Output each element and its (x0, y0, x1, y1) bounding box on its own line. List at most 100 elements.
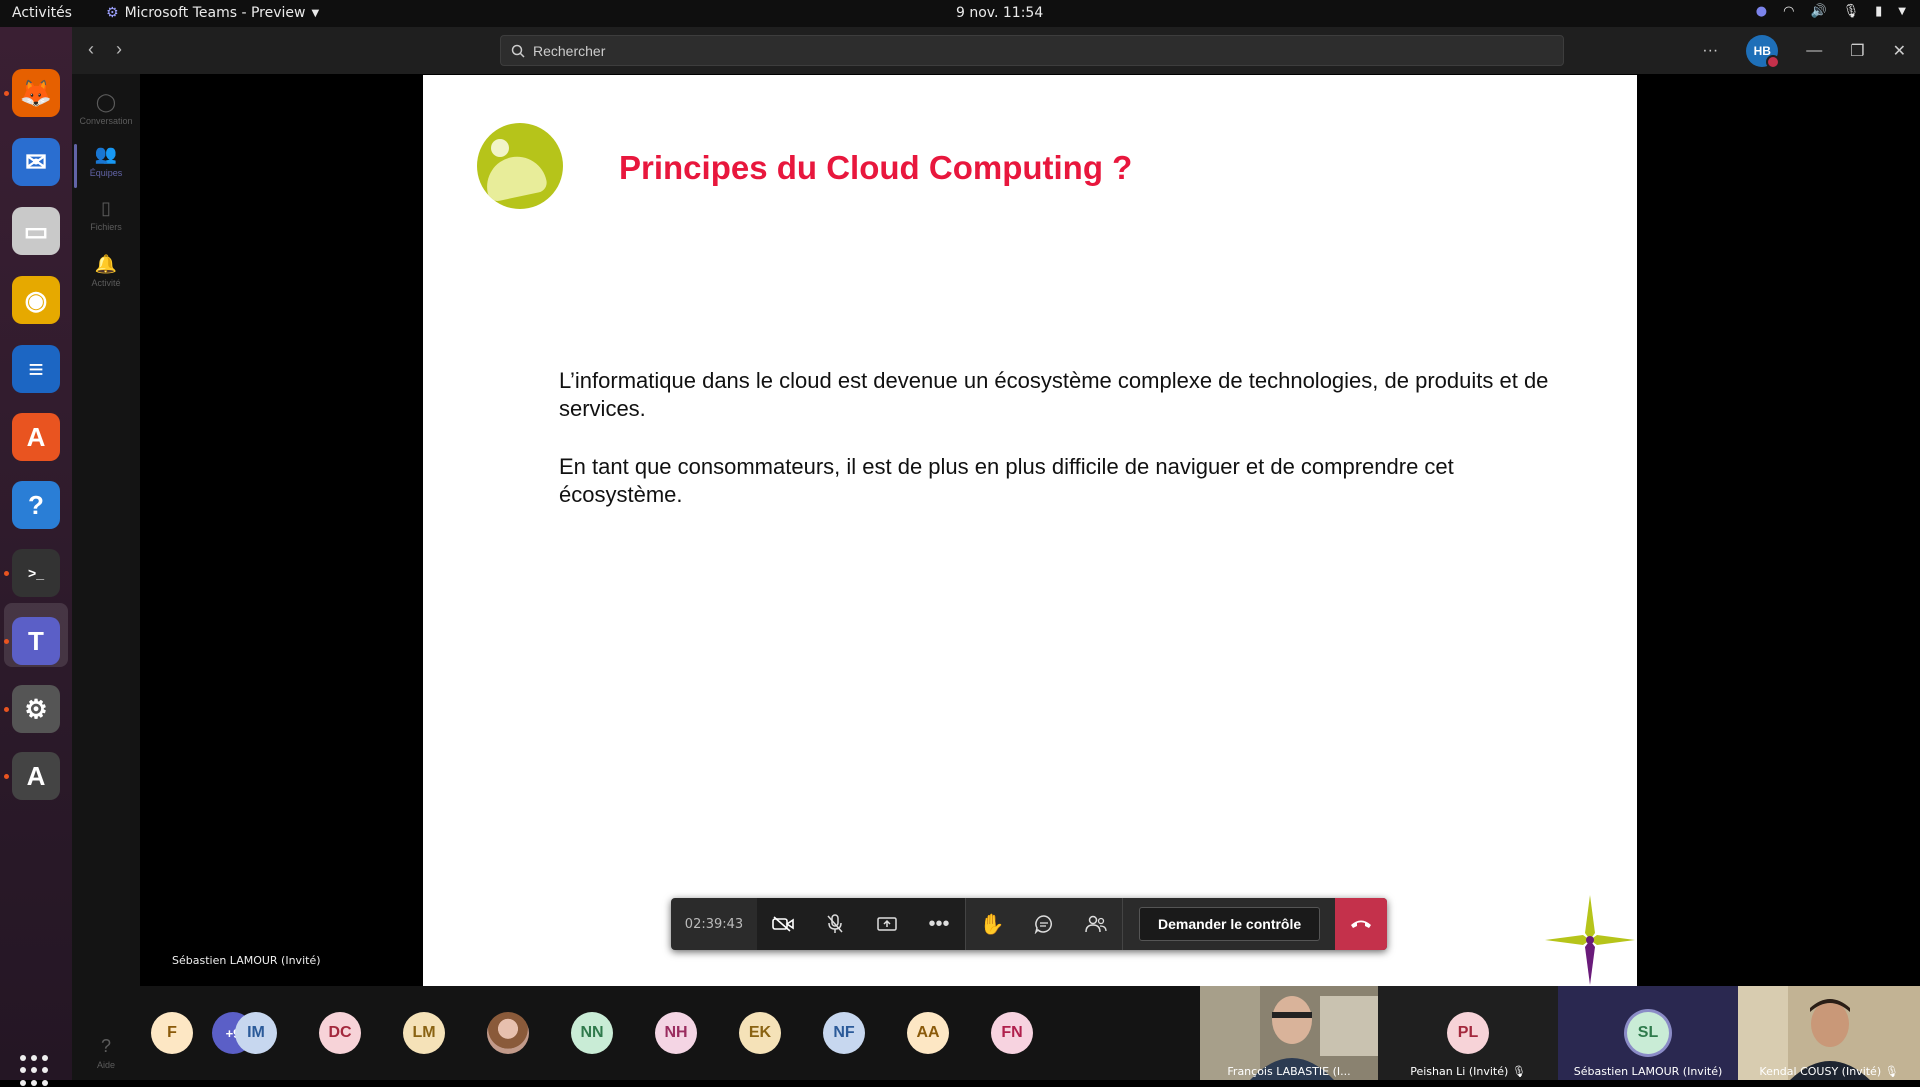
rail-item-label: Activité (91, 278, 121, 288)
app-menu-label: Microsoft Teams - Preview (124, 5, 306, 21)
avatar[interactable]: NF (823, 1012, 865, 1054)
participant-video-tile[interactable]: François LABASTIE (I... (1200, 986, 1378, 1080)
maximize-icon[interactable]: ❐ (1850, 41, 1864, 61)
more-options-icon[interactable]: ··· (1702, 42, 1718, 60)
participant-tile-speaking[interactable]: SL Sébastien LAMOUR (Invité) (1558, 986, 1738, 1080)
microphone-off-icon: 🎙 (1884, 1065, 1899, 1078)
participant-name: Sébastien LAMOUR (Invité) (1573, 1065, 1723, 1078)
avatar[interactable]: DC (319, 1012, 361, 1054)
microphone-off-icon (827, 914, 843, 933)
dock: 🦊 ✉ ▭ ◉ ≡ A? >_ T ⚙ A (0, 27, 72, 1086)
teams-header: ‹ › Rechercher ··· HB — ❐ ✕ (72, 27, 1920, 74)
people-icon (1085, 915, 1107, 933)
call-timer: 02:39:43 (684, 916, 744, 932)
camera-off-icon (772, 916, 794, 932)
avatar[interactable]: NN (571, 1012, 613, 1054)
share-screen-button[interactable] (861, 898, 913, 950)
participant-name: Kendal COUSY (Invité) 🎙 (1738, 1065, 1920, 1078)
back-arrow-icon[interactable]: ‹ (88, 39, 94, 60)
search-placeholder: Rechercher (533, 42, 606, 59)
activities-button[interactable]: Activités (12, 5, 72, 21)
avatar[interactable]: IM (235, 1012, 277, 1054)
teams-icon[interactable]: T (12, 617, 60, 665)
more-options-icon: ••• (928, 912, 950, 935)
search-icon (511, 44, 525, 58)
avatar-photo[interactable] (487, 1012, 529, 1054)
avatar[interactable]: LM (403, 1012, 445, 1054)
avatar[interactable]: F (151, 1012, 193, 1054)
chat-icon (1034, 915, 1052, 934)
help-icon[interactable]: ? (12, 481, 60, 529)
app-menu[interactable]: ⚙ Microsoft Teams - Preview ▼ (106, 5, 319, 21)
close-icon[interactable]: ✕ (1893, 41, 1906, 61)
avatar[interactable]: AA (907, 1012, 949, 1054)
avatar: SL (1627, 1012, 1669, 1054)
running-indicator (4, 571, 9, 576)
file-icon: ▯ (101, 198, 111, 218)
chevron-down-icon: ▼ (311, 7, 320, 19)
running-indicator (4, 774, 9, 779)
files-icon[interactable]: ▭ (12, 207, 60, 255)
presenter-name-label: Sébastien LAMOUR (Invité) (172, 954, 321, 967)
rail-item-equipes[interactable]: 👥 Équipes (72, 144, 140, 188)
avatar[interactable]: NH (655, 1012, 697, 1054)
participant-tile[interactable]: PL Peishan Li (Invité) 🎙 (1378, 986, 1558, 1080)
show-applications-icon[interactable] (20, 1055, 52, 1087)
raise-hand-button[interactable]: ✋ (966, 898, 1018, 950)
user-initials: HB (1753, 44, 1771, 58)
header-actions: ··· HB — ❐ ✕ (1702, 35, 1906, 69)
slide-title: Principes du Cloud Computing ? (619, 149, 1133, 186)
chat-icon: ◯ (95, 92, 117, 112)
camera-off-button[interactable] (757, 898, 809, 950)
running-indicator (4, 91, 9, 96)
terminal-icon[interactable]: >_ (12, 549, 60, 597)
participant-name-text: Kendal COUSY (Invité) (1759, 1065, 1882, 1078)
participant-name: François LABASTIE (I... (1227, 1065, 1351, 1078)
clock[interactable]: 9 nov. 11:54 (956, 5, 1043, 21)
running-indicator (4, 707, 9, 712)
mute-button[interactable] (809, 898, 861, 950)
volume-icon: 🔊 (1810, 4, 1827, 19)
participants-strip: +9 F IM DC LM NN NH EK NF AA FN François LABASTIE… (140, 986, 1920, 1080)
writer-icon[interactable]: ≡ (12, 345, 60, 393)
divider (1122, 898, 1123, 950)
bell-icon: 🔔 (94, 254, 118, 274)
search-input[interactable]: Rechercher (500, 35, 1564, 66)
microphone-icon: 🎙 (1842, 4, 1860, 19)
system-tray[interactable]: ● ◠ 🔊 🎙 ▮ ▼ (1756, 4, 1906, 19)
rail-item-activite[interactable]: 🔔 Activité (72, 254, 140, 288)
running-indicator (4, 639, 9, 644)
more-actions-button[interactable]: ••• (913, 898, 965, 950)
thunderbird-icon[interactable]: ✉ (12, 138, 60, 186)
forward-arrow-icon[interactable]: › (116, 39, 122, 60)
participant-video-tile[interactable]: Kendal COUSY (Invité) 🎙 (1738, 986, 1920, 1080)
rail-item-label: Aide (96, 1060, 115, 1070)
help-icon: ? (100, 1036, 111, 1056)
request-control-button[interactable]: Demander le contrôle (1139, 907, 1321, 941)
hang-up-button[interactable] (1335, 898, 1387, 950)
share-screen-icon (877, 917, 897, 931)
battery-icon: ▮ (1875, 4, 1883, 19)
rail-item-aide[interactable]: ? Aide (72, 1036, 140, 1070)
settings-icon[interactable]: ⚙ (12, 685, 60, 733)
updater-icon[interactable]: A (12, 752, 60, 800)
user-avatar[interactable]: HB (1746, 35, 1781, 69)
software-icon[interactable]: A (12, 413, 60, 461)
avatar[interactable]: EK (739, 1012, 781, 1054)
shared-slide: Principes du Cloud Computing ? L’informa… (423, 75, 1637, 986)
participants-button[interactable] (1070, 898, 1122, 950)
avatar[interactable]: FN (991, 1012, 1033, 1054)
chat-button[interactable] (1018, 898, 1070, 950)
microphone-off-icon: 🎙 (1511, 1065, 1526, 1078)
firefox-icon[interactable]: 🦊 (12, 69, 60, 117)
minimize-icon[interactable]: — (1806, 42, 1822, 60)
slide-paragraph: En tant que consommateurs, il est de plu… (559, 454, 1454, 507)
rail-item-label: Conversation (79, 116, 133, 126)
chevron-down-icon[interactable]: ▼ (1898, 6, 1906, 17)
rail-item-conversation[interactable]: ◯ Conversation (72, 92, 140, 126)
teams-tray-icon[interactable]: ● (1756, 4, 1767, 19)
rail-item-label: Équipes (89, 168, 123, 178)
rail-item-fichiers[interactable]: ▯ Fichiers (72, 198, 140, 232)
slide-logo (477, 123, 563, 209)
rhythmbox-icon[interactable]: ◉ (12, 276, 60, 324)
